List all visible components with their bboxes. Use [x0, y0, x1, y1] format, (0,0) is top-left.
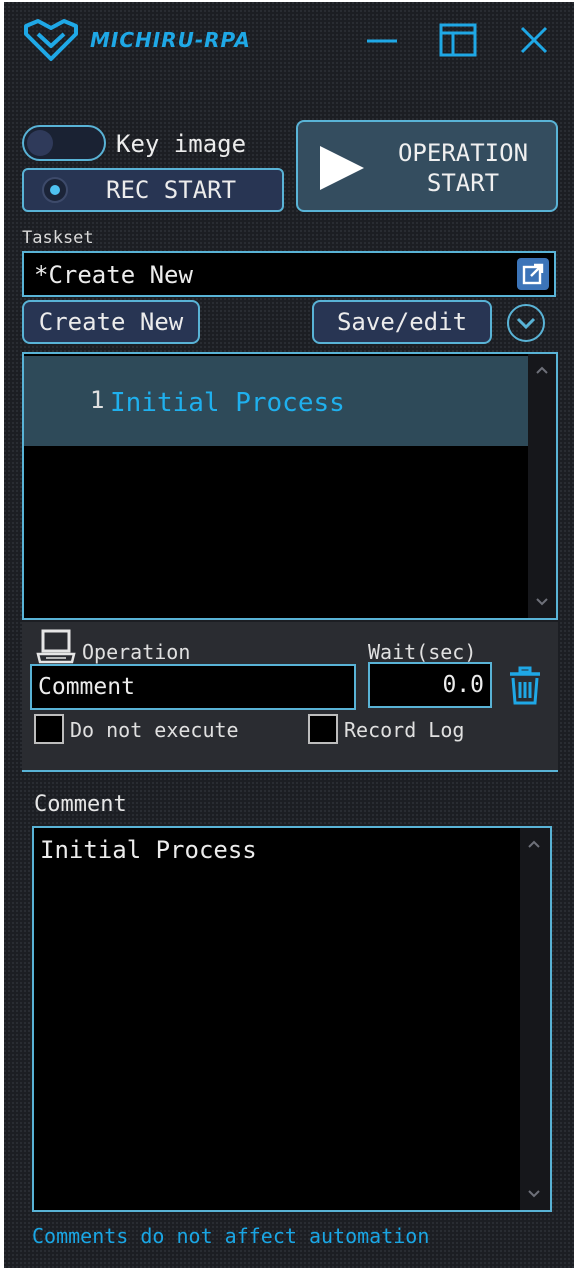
scroll-up-icon[interactable]	[528, 358, 556, 382]
operation-panel: Operation Wait(sec) Comment 0.0 Do not e…	[22, 622, 558, 772]
michiru-logo-icon	[24, 19, 78, 61]
close-button[interactable]	[512, 18, 556, 62]
key-image-label: Key image	[116, 130, 247, 158]
taskset-value: *Create New	[34, 261, 193, 289]
comment-value: Initial Process	[40, 836, 257, 864]
trash-icon[interactable]	[508, 666, 542, 706]
rec-start-button[interactable]: REC START	[22, 168, 284, 212]
chevron-down-icon	[516, 317, 536, 330]
comment-hint: Comments do not affect automation	[32, 1224, 430, 1248]
comment-scrollbar[interactable]	[520, 828, 550, 1210]
create-new-button[interactable]: Create New	[22, 300, 200, 344]
taskset-edit-button[interactable]	[517, 258, 549, 290]
close-icon	[520, 26, 548, 54]
play-icon	[320, 146, 364, 190]
task-list-scrollbar[interactable]	[528, 354, 556, 618]
scroll-down-icon[interactable]	[520, 1182, 548, 1206]
taskset-field[interactable]: *Create New	[22, 251, 556, 297]
scroll-down-icon[interactable]	[528, 590, 556, 614]
wait-seconds-input[interactable]: 0.0	[368, 662, 492, 708]
scroll-up-icon[interactable]	[520, 832, 548, 856]
operation-label: Operation	[82, 640, 191, 664]
task-list[interactable]: 1 Initial Process	[22, 352, 558, 620]
key-image-toggle[interactable]	[22, 125, 106, 161]
operation-field[interactable]: Comment	[30, 664, 356, 710]
comment-label: Comment	[34, 792, 127, 817]
do-not-execute-checkbox[interactable]	[34, 714, 64, 744]
wait-value: 0.0	[442, 672, 484, 698]
minimize-icon	[367, 39, 397, 43]
record-log-label: Record Log	[344, 718, 465, 742]
comment-textarea[interactable]: Initial Process	[32, 826, 552, 1212]
save-edit-button[interactable]: Save/edit	[312, 300, 492, 344]
task-row[interactable]: 1 Initial Process	[24, 356, 528, 446]
toggle-knob	[27, 130, 53, 156]
app-title: MICHIRU-RPA	[90, 28, 251, 52]
rec-start-label: REC START	[106, 176, 237, 204]
section-divider	[22, 770, 558, 772]
operation-start-button[interactable]: OPERATION START	[296, 120, 558, 212]
taskset-label: Taskset	[22, 228, 94, 248]
minimize-button[interactable]	[360, 18, 404, 62]
app-window: MICHIRU-RPA Key image REC START OPERATIO…	[4, 2, 574, 1268]
record-log-checkbox[interactable]	[308, 714, 338, 744]
edit-external-icon	[522, 263, 544, 285]
do-not-execute-label: Do not execute	[70, 718, 239, 742]
laptop-icon	[36, 629, 76, 664]
wait-label: Wait(sec)	[368, 640, 477, 664]
task-name: Initial Process	[110, 388, 345, 418]
task-number: 1	[90, 386, 105, 414]
operation-value: Comment	[38, 674, 135, 700]
record-indicator-icon	[42, 177, 68, 203]
maximize-button[interactable]	[436, 18, 480, 62]
expand-button[interactable]	[507, 304, 545, 342]
restore-window-icon	[439, 23, 477, 57]
operation-start-label: OPERATION START	[397, 139, 529, 197]
